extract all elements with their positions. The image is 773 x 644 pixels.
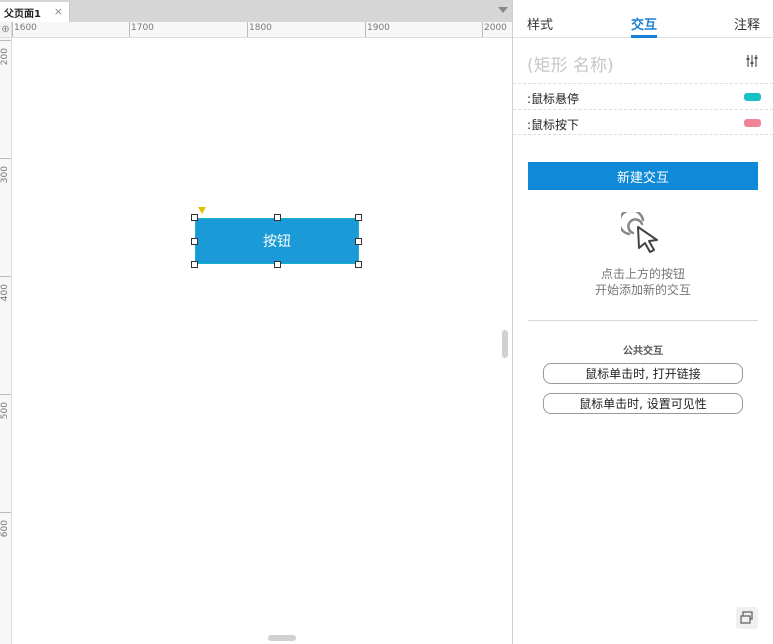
ruler-tick [12,22,13,37]
restore-window-icon[interactable] [736,607,758,629]
tab-interaction[interactable]: 交互 [631,14,657,33]
ruler-tick [365,22,366,37]
ruler-tick [0,512,11,513]
ruler-origin-icon: ⊕ [0,22,12,38]
divider [528,320,758,321]
horizontal-ruler: 1600 1700 1800 1900 2000 [12,22,512,38]
close-icon[interactable]: × [54,5,63,18]
tab-style[interactable]: 样式 [527,14,553,33]
tab-notes[interactable]: 注释 [734,14,760,33]
ruler-label: 600 [0,520,10,538]
resize-handle[interactable] [191,238,198,245]
ruler-tick [0,40,11,41]
resize-handle[interactable] [191,214,198,221]
vertical-ruler: 200 300 400 500 600 [0,38,12,644]
canvas-button-widget[interactable]: 按钮 [195,218,359,264]
ruler-label: 1700 [131,23,154,33]
hint-text: 点击上方的按钮 [600,267,685,281]
design-canvas[interactable]: 按钮 [13,39,512,644]
ruler-label: 200 [0,48,10,66]
resize-handle[interactable] [355,261,362,268]
filter-sliders-icon[interactable] [745,54,759,68]
ruler-tick [0,276,11,277]
dropdown-icon[interactable] [498,7,508,13]
page-tab-bar: 父页面1 × [0,0,512,22]
ruler-label: 300 [0,166,10,184]
ruler-label: 1800 [249,23,272,33]
ruler-label: 1900 [367,23,390,33]
event-color-badge [744,93,761,101]
inspector-tabs: 样式 交互 注释 [513,0,773,38]
ruler-label: 500 [0,402,10,420]
new-interaction-button[interactable]: 新建交互 [528,162,758,190]
event-label: :鼠标悬停 [527,92,580,106]
page-tab[interactable]: 父页面1 × [0,2,70,22]
resize-handle[interactable] [191,261,198,268]
inspector-panel: 样式 交互 注释 (矩形 名称) :鼠标悬停 :鼠标按下 新建交互 点击上方的按… [513,0,773,644]
selection-marker-icon [198,207,206,214]
event-label: :鼠标按下 [527,118,580,132]
ruler-label: 400 [0,284,10,302]
ruler-tick [247,22,248,37]
ruler-label: 2000 [484,23,507,33]
resize-handle[interactable] [274,214,281,221]
hint-text: 开始添加新的交互 [594,283,691,297]
common-open-link-button[interactable]: 鼠标单击时, 打开链接 [543,363,743,384]
event-color-badge [744,119,761,127]
event-row-press[interactable]: :鼠标按下 [513,109,773,135]
ruler-tick [129,22,130,37]
resize-handle[interactable] [355,238,362,245]
common-set-visibility-button[interactable]: 鼠标单击时, 设置可见性 [543,393,743,414]
resize-handle[interactable] [274,261,281,268]
horizontal-scrollbar[interactable] [268,635,296,641]
common-interactions-title: 公共交互 [623,346,663,357]
resize-handle[interactable] [355,214,362,221]
ruler-label: 1600 [14,23,37,33]
ruler-tick [0,158,11,159]
shape-name-field[interactable]: (矩形 名称) [527,51,614,76]
ruler-tick [482,22,483,37]
event-row-hover[interactable]: :鼠标悬停 [513,83,773,109]
page-tab-label: 父页面1 [4,8,41,20]
click-cursor-icon [621,212,658,253]
vertical-scrollbar[interactable] [502,330,508,358]
active-tab-indicator [631,35,657,38]
ruler-tick [0,394,11,395]
